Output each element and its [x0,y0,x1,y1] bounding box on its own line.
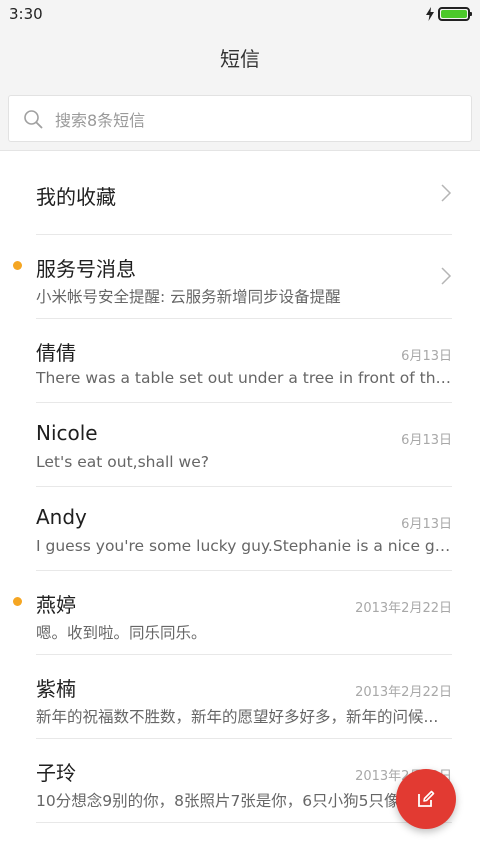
compose-icon [418,790,435,807]
chevron-right-icon [441,184,452,202]
thread-preview: 嗯。收到啦。同乐同乐。 [36,624,207,642]
title-bar: 短信 [0,28,480,86]
thread-preview: I guess you're some lucky guy.Stephanie … [36,537,452,555]
thread-preview: 小米帐号安全提醒: 云服务新增同步设备提醒 [36,288,341,306]
favorites-item[interactable]: 我的收藏 [36,151,452,235]
page-title: 短信 [220,46,260,71]
thread-name: Nicole [36,421,98,445]
thread-date: 2013年2月22日 [355,685,452,700]
thread-item[interactable]: 倩倩 6月13日 There was a table set out under… [36,319,452,403]
favorites-label: 我的收藏 [36,185,116,209]
chevron-right-icon [441,267,452,285]
thread-preview: 10分想念9别的你，8张照片7张是你，6只小狗5只像你 [36,792,416,810]
thread-preview: Let's eat out,shall we? [36,453,209,471]
thread-item[interactable]: Nicole 6月13日 Let's eat out,shall we? [36,403,452,487]
thread-name: 紫楠 [36,677,76,701]
service-messages-item[interactable]: 服务号消息 小米帐号安全提醒: 云服务新增同步设备提醒 [13,235,452,319]
status-bar: 3:30 [0,0,480,28]
status-time: 3:30 [9,5,43,23]
unread-dot [13,261,22,270]
charging-icon [426,7,434,21]
search-icon [24,109,43,128]
thread-date: 6月13日 [401,517,452,532]
thread-date: 6月13日 [401,433,452,448]
thread-item[interactable]: 子玲 2013年2月22日 10分想念9别的你，8张照片7张是你，6只小狗5只像… [36,739,452,823]
search-input[interactable]: 搜索8条短信 [8,95,472,142]
thread-preview: There was a table set out under a tree i… [36,369,452,387]
thread-date: 6月13日 [401,349,452,364]
thread-name: 子玲 [36,761,76,785]
search-placeholder: 搜索8条短信 [55,110,146,130]
thread-name: Andy [36,505,87,529]
thread-preview: 新年的祝福数不胜数，新年的愿望好多好多，新年的问候... [36,708,439,726]
compose-button[interactable] [396,769,456,829]
thread-name: 燕婷 [36,593,76,617]
thread-date: 2013年2月22日 [355,601,452,616]
thread-item[interactable]: Andy 6月13日 I guess you're some lucky guy… [36,487,452,571]
thread-name: 倩倩 [36,341,76,365]
thread-item[interactable]: 紫楠 2013年2月22日 新年的祝福数不胜数，新年的愿望好多好多，新年的问候.… [36,655,452,739]
thread-item[interactable]: 燕婷 2013年2月22日 嗯。收到啦。同乐同乐。 [13,571,452,655]
unread-dot [13,597,22,606]
battery-icon [438,7,472,21]
top-area: 3:30 短信 搜索8条短信 [0,0,480,150]
thread-name: 服务号消息 [36,257,136,281]
status-icons [426,7,472,21]
message-list: 我的收藏 服务号消息 小米帐号安全提醒: 云服务新增同步设备提醒 倩倩 6月13… [0,151,480,823]
